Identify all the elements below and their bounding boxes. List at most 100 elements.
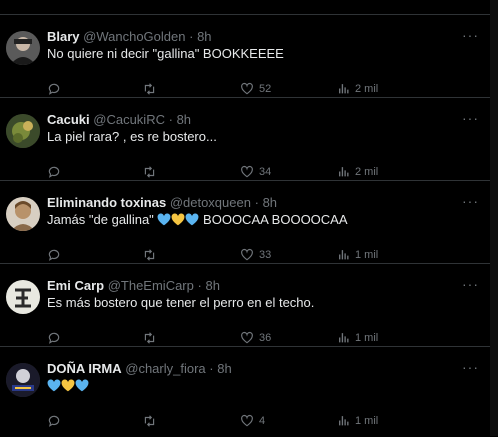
like-button[interactable]: 36 [240,331,271,345]
separator-dot: · [189,29,194,44]
reply-button[interactable] [47,165,61,179]
views-button[interactable]: 1 mil [337,414,378,427]
reply-icon [48,166,60,178]
timestamp[interactable]: 8h [177,112,191,127]
avatar-image [6,114,40,148]
separator-dot: · [168,112,173,127]
retweet-icon [144,166,155,178]
retweet-button[interactable] [142,82,157,96]
separator-dot: · [197,278,202,293]
blue-heart-icon [47,379,61,392]
avatar[interactable] [6,197,40,231]
display-name[interactable]: Emi Carp [47,278,104,293]
retweet-icon [144,249,155,261]
reply-button[interactable] [47,414,61,428]
like-icon [241,165,253,178]
timestamp[interactable]: 8h [205,278,219,293]
tweet-text [47,378,89,393]
like-icon [241,82,253,95]
separator-dot: · [209,361,214,376]
retweet-icon [144,415,155,427]
display-name[interactable]: Cacuki [47,112,90,127]
tweet-text-part: Jamás "de gallina" [47,212,154,227]
tweet-header: Eliminando toxinas @detoxqueen · 8h [47,195,277,210]
views-button[interactable]: 1 mil [337,248,378,261]
like-button[interactable]: 52 [240,82,271,96]
tweet-text: La piel rara? , es re bostero... [47,129,217,144]
blue-heart-icon [157,213,171,226]
view-count: 1 mil [355,248,379,261]
tweet[interactable]: Cacuki @CacukiRC · 8h ··· La piel rara? … [0,97,490,181]
views-icon [339,167,349,177]
avatar-image [6,197,40,231]
display-name[interactable]: Blary [47,29,80,44]
like-button[interactable]: 33 [240,248,271,262]
reply-button[interactable] [47,82,61,96]
retweet-button[interactable] [142,165,157,179]
display-name[interactable]: DOÑA IRMA [47,361,122,376]
avatar[interactable] [6,280,40,314]
like-button[interactable]: 4 [240,414,265,428]
tweet-header: Emi Carp @TheEmiCarp · 8h [47,278,220,293]
like-button[interactable]: 34 [240,165,271,179]
tweet-text: No quiere ni decir "gallina" BOOKKEEEE [47,46,284,61]
views-icon [339,84,349,94]
timestamp[interactable]: 8h [197,29,211,44]
avatar-image [6,363,40,397]
reply-icon [48,415,60,427]
like-count: 33 [259,249,272,261]
user-handle[interactable]: @CacukiRC [93,112,165,127]
avatar[interactable] [6,363,40,397]
tweet-text: Jamás "de gallina" BOOOCAA BOOOOCAA [47,212,348,227]
like-icon [241,248,253,261]
views-button[interactable]: 1 mil [337,331,378,344]
user-handle[interactable]: @detoxqueen [170,195,251,210]
view-count: 1 mil [355,331,379,344]
retweet-button[interactable] [142,414,157,428]
display-name[interactable]: Eliminando toxinas [47,195,166,210]
separator-dot: · [254,195,259,210]
avatar[interactable] [6,31,40,65]
scrollbar[interactable] [490,0,498,436]
views-button[interactable]: 2 mil [337,165,378,178]
tweet[interactable]: Emi Carp @TheEmiCarp · 8h ··· Es más bos… [0,263,490,347]
user-handle[interactable]: @TheEmiCarp [108,278,194,293]
tweet-text: Es más bostero que tener el perro en el … [47,295,315,310]
reply-icon [48,83,60,95]
view-count: 2 mil [355,165,379,178]
views-icon [339,333,349,343]
timestamp[interactable]: 8h [263,195,277,210]
reply-icon [48,332,60,344]
tweet[interactable]: Blary @WanchoGolden · 8h ··· No quiere n… [0,14,490,98]
more-icon[interactable]: ··· [462,276,479,292]
yellow-heart-icon [171,213,185,226]
timestamp[interactable]: 8h [217,361,231,376]
retweet-icon [144,332,155,344]
yellow-heart-icon [61,379,75,392]
like-count: 4 [259,415,266,427]
more-icon[interactable]: ··· [462,110,479,126]
avatar-image [6,280,40,314]
more-icon[interactable]: ··· [462,27,479,43]
more-icon[interactable]: ··· [462,359,479,375]
retweet-button[interactable] [142,248,157,262]
views-button[interactable]: 2 mil [337,82,378,95]
reply-button[interactable] [47,248,61,262]
user-handle[interactable]: @charly_fiora [125,361,205,376]
reply-icon [48,249,60,261]
tweet[interactable]: DOÑA IRMA @charly_fiora · 8h ··· 4 1 mil [0,346,490,437]
avatar[interactable] [6,114,40,148]
user-handle[interactable]: @WanchoGolden [83,29,185,44]
tweet-header: Blary @WanchoGolden · 8h [47,29,212,44]
blue-heart-icon [185,213,199,226]
reply-button[interactable] [47,331,61,345]
views-icon [339,250,349,260]
retweet-button[interactable] [142,331,157,345]
tweet-actions: 4 1 mil [47,414,477,432]
like-count: 34 [259,166,272,178]
like-icon [241,331,253,344]
tweet[interactable]: Eliminando toxinas @detoxqueen · 8h ··· … [0,180,490,264]
blue-heart-icon [75,379,89,392]
tweet-text-part: BOOOCAA BOOOOCAA [203,212,348,227]
more-icon[interactable]: ··· [462,193,479,209]
